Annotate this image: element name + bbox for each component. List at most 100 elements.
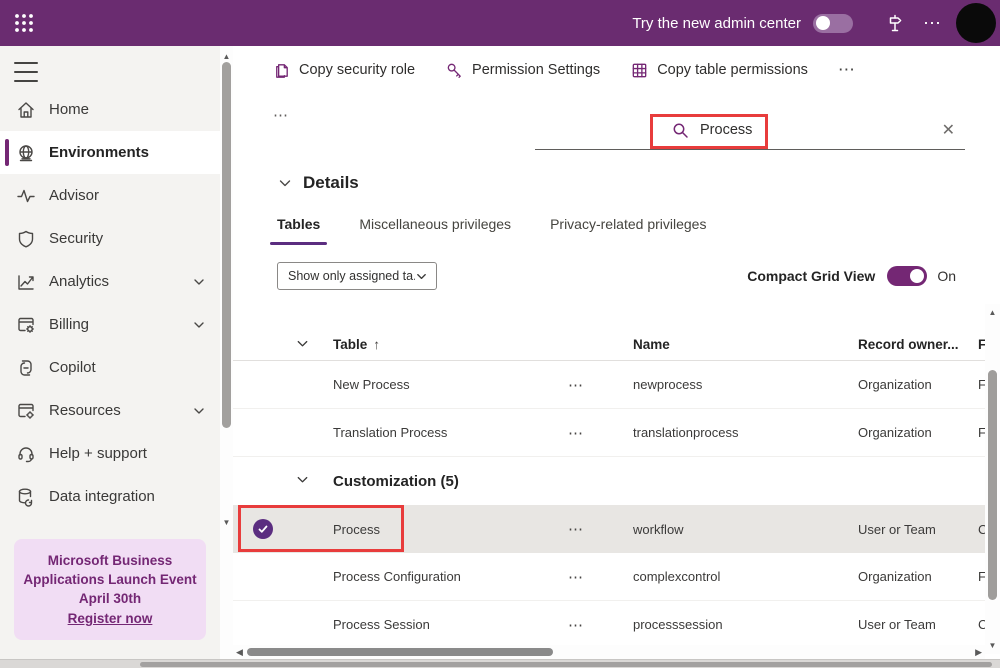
content-overflow-icon[interactable]: ⋯ bbox=[273, 106, 289, 124]
copy-table-permissions-button[interactable]: Copy table permissions bbox=[630, 61, 808, 80]
sidebar-item-label: Security bbox=[49, 230, 103, 247]
top-app-bar: Try the new admin center ⋯ bbox=[0, 0, 1000, 46]
toggle-knob bbox=[816, 16, 830, 30]
cell-table: Process Configuration bbox=[333, 569, 563, 584]
sidebar-scrollbar: ▲ ▼ bbox=[220, 46, 233, 668]
sidebar-item-label: Data integration bbox=[49, 488, 155, 505]
sidebar-scroll-down-arrow[interactable]: ▼ bbox=[220, 518, 233, 527]
cell-name: processsession bbox=[633, 617, 858, 632]
chevron-down-icon bbox=[415, 270, 428, 283]
sidebar-item-resources[interactable]: Resources bbox=[0, 389, 220, 432]
row-more-icon[interactable]: ⋯ bbox=[563, 616, 633, 634]
sort-ascending-icon: ↑ bbox=[373, 337, 380, 352]
cell-owner: Organization bbox=[858, 377, 978, 392]
tab-miscellaneous-privileges[interactable]: Miscellaneous privileges bbox=[359, 216, 511, 232]
clear-search-icon[interactable]: ✕ bbox=[942, 120, 955, 140]
cell-table: Process bbox=[333, 522, 563, 537]
sidebar-item-label: Resources bbox=[49, 402, 121, 419]
column-header-record-owner[interactable]: Record owner... bbox=[858, 337, 978, 352]
expand-all-chevron[interactable] bbox=[233, 336, 333, 354]
signpost-icon[interactable] bbox=[877, 5, 913, 41]
dropdown-value: Show only assigned ta... bbox=[288, 269, 415, 283]
sidebar-item-billing[interactable]: Billing bbox=[0, 303, 220, 346]
row-more-icon[interactable]: ⋯ bbox=[563, 568, 633, 586]
cell-name: translationprocess bbox=[633, 425, 858, 440]
group-header-customization[interactable]: Customization (5) bbox=[233, 457, 1000, 505]
row-more-icon[interactable]: ⋯ bbox=[563, 376, 633, 394]
sidebar-item-analytics[interactable]: Analytics bbox=[0, 260, 220, 303]
analytics-icon bbox=[16, 272, 36, 292]
sidebar-item-label: Analytics bbox=[49, 273, 109, 290]
billing-icon bbox=[16, 315, 36, 335]
compact-grid-view-label: Compact Grid View bbox=[747, 268, 875, 284]
compact-grid-view-toggle[interactable] bbox=[887, 266, 927, 286]
sidebar-scroll-up-arrow[interactable]: ▲ bbox=[220, 52, 233, 61]
table-row-new-process[interactable]: New Process ⋯ newprocess Organization F bbox=[233, 361, 1000, 409]
sidebar-item-data-integration[interactable]: Data integration bbox=[0, 475, 220, 518]
copilot-icon bbox=[16, 358, 36, 378]
hamburger-menu-icon[interactable] bbox=[14, 62, 38, 82]
table-row-process-selected[interactable]: Process ⋯ workflow User or Team C bbox=[233, 505, 1000, 553]
sidebar-item-label: Billing bbox=[49, 316, 89, 333]
tab-tables[interactable]: Tables bbox=[277, 216, 320, 232]
table-row-process-configuration[interactable]: Process Configuration ⋯ complexcontrol O… bbox=[233, 553, 1000, 601]
cell-owner: Organization bbox=[858, 425, 978, 440]
sidebar-item-label: Home bbox=[49, 101, 89, 118]
try-new-admin-center-toggle[interactable] bbox=[813, 14, 853, 33]
column-header-table[interactable]: Table↑ bbox=[333, 337, 563, 352]
table-icon bbox=[630, 61, 649, 80]
cell-name: complexcontrol bbox=[633, 569, 858, 584]
grid-scroll-down-arrow[interactable]: ▼ bbox=[985, 641, 1000, 650]
command-bar: Copy security role Permission Settings C… bbox=[233, 46, 1000, 94]
details-section-header[interactable]: Details bbox=[277, 173, 1000, 193]
column-header-name[interactable]: Name bbox=[633, 337, 858, 352]
headset-icon bbox=[16, 444, 36, 464]
event-promo-banner: Microsoft Business Applications Launch E… bbox=[14, 539, 206, 640]
page-horizontal-scrollbar-thumb[interactable] bbox=[140, 662, 992, 667]
register-now-link[interactable]: Register now bbox=[68, 609, 153, 628]
search-input[interactable]: Process ✕ bbox=[535, 112, 965, 150]
cell-name: newprocess bbox=[633, 377, 858, 392]
home-icon bbox=[16, 100, 36, 120]
copy-security-role-button[interactable]: Copy security role bbox=[272, 61, 415, 80]
sidebar-item-label: Advisor bbox=[49, 187, 99, 204]
account-avatar[interactable] bbox=[956, 3, 996, 43]
topbar-more-icon[interactable]: ⋯ bbox=[923, 13, 942, 34]
sidebar-item-help-support[interactable]: Help + support bbox=[0, 432, 220, 475]
sidebar-item-security[interactable]: Security bbox=[0, 217, 220, 260]
grid-horizontal-scrollbar-thumb[interactable] bbox=[247, 648, 553, 656]
table-row-translation-process[interactable]: Translation Process ⋯ translationprocess… bbox=[233, 409, 1000, 457]
details-title: Details bbox=[303, 173, 359, 193]
environments-icon bbox=[16, 143, 36, 163]
app-launcher-waffle-icon[interactable] bbox=[0, 0, 48, 46]
grid-scroll-up-arrow[interactable]: ▲ bbox=[985, 308, 1000, 317]
cell-table: New Process bbox=[333, 377, 563, 392]
table-row-process-session[interactable]: Process Session ⋯ processsession User or… bbox=[233, 601, 1000, 649]
main-panel: Copy security role Permission Settings C… bbox=[233, 46, 1000, 668]
row-more-icon[interactable]: ⋯ bbox=[563, 520, 633, 538]
sidebar-item-home[interactable]: Home bbox=[0, 88, 220, 131]
sidebar-scrollbar-thumb[interactable] bbox=[222, 62, 231, 428]
sidebar-item-advisor[interactable]: Advisor bbox=[0, 174, 220, 217]
row-checkbox-checked[interactable] bbox=[253, 519, 273, 539]
tab-privacy-related-privileges[interactable]: Privacy-related privileges bbox=[550, 216, 706, 232]
chevron-down-icon bbox=[295, 336, 310, 351]
row-more-icon[interactable]: ⋯ bbox=[563, 424, 633, 442]
grid-scroll-left-arrow[interactable]: ◀ bbox=[236, 647, 243, 658]
cell-owner: Organization bbox=[858, 569, 978, 584]
permission-settings-button[interactable]: Permission Settings bbox=[445, 61, 600, 80]
grid-vertical-scrollbar-thumb[interactable] bbox=[988, 370, 997, 600]
database-icon bbox=[16, 487, 36, 507]
selected-indicator bbox=[5, 139, 9, 166]
sidebar-item-environments[interactable]: Environments bbox=[0, 131, 220, 174]
sidebar-item-copilot[interactable]: Copilot bbox=[0, 346, 220, 389]
button-label: Copy security role bbox=[299, 62, 415, 78]
grid-scroll-right-arrow[interactable]: ▶ bbox=[975, 647, 982, 658]
command-bar-overflow-icon[interactable]: ⋯ bbox=[838, 60, 856, 80]
sidebar-item-label: Help + support bbox=[49, 445, 147, 462]
sidebar-item-label: Environments bbox=[49, 144, 149, 161]
search-icon bbox=[672, 122, 689, 139]
button-label: Copy table permissions bbox=[657, 62, 808, 78]
assigned-tables-dropdown[interactable]: Show only assigned ta... bbox=[277, 262, 437, 290]
chevron-down-icon bbox=[277, 175, 293, 191]
